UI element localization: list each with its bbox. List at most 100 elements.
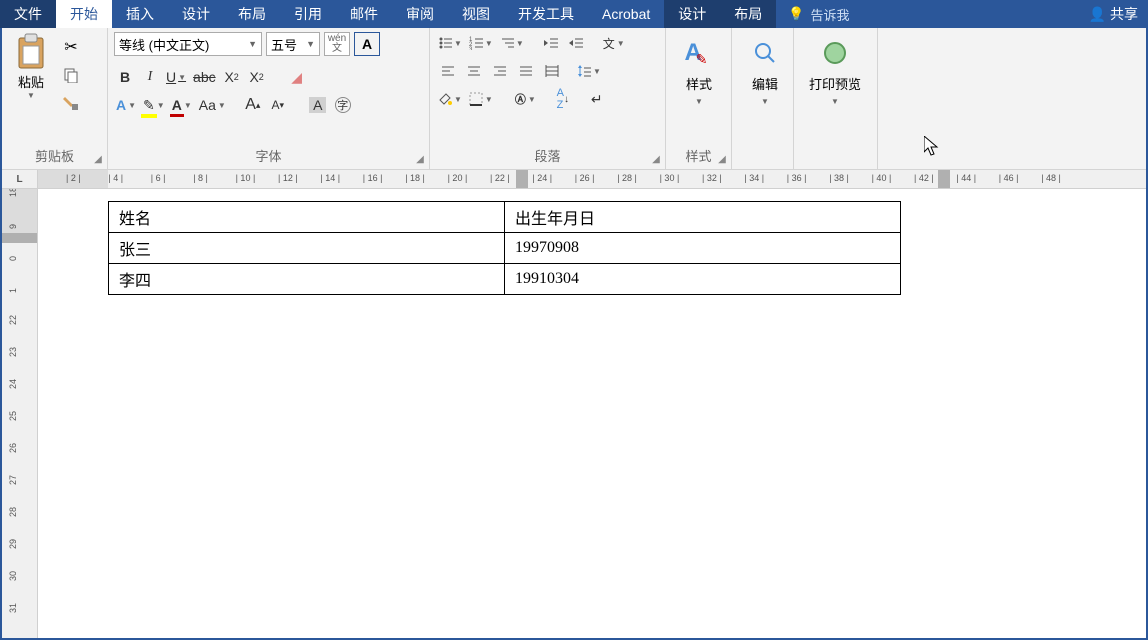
- outdent-icon: [544, 36, 558, 50]
- clipboard-dialog-launcher[interactable]: ◢: [91, 153, 105, 167]
- format-painter-button[interactable]: [60, 92, 82, 114]
- table-row[interactable]: 李四 19910304: [109, 264, 901, 295]
- document-page[interactable]: 姓名 出生年月日 张三 19970908 李四 19910304: [38, 189, 1146, 638]
- paragraph-group-label: 段落: [436, 146, 659, 167]
- tab-developer[interactable]: 开发工具: [504, 0, 588, 28]
- tab-view[interactable]: 视图: [448, 0, 504, 28]
- editing-button[interactable]: 编辑 ▼: [738, 32, 792, 106]
- shading-button[interactable]: ▼: [436, 88, 464, 110]
- text-effects-button[interactable]: A▼: [114, 94, 138, 116]
- styles-label: 样式: [686, 74, 712, 93]
- brush-icon: [63, 95, 79, 111]
- sort-button[interactable]: AZ↓: [552, 88, 574, 110]
- character-shading-button[interactable]: A: [307, 94, 329, 116]
- tab-insert[interactable]: 插入: [112, 0, 168, 28]
- tab-home[interactable]: 开始: [56, 0, 112, 28]
- mouse-cursor-icon: [924, 136, 942, 158]
- eraser-icon: ◢: [291, 69, 302, 86]
- copy-button[interactable]: [60, 64, 82, 86]
- align-left-button[interactable]: [436, 60, 460, 82]
- table-cell[interactable]: 19970908: [505, 233, 901, 264]
- tab-layout[interactable]: 布局: [224, 0, 280, 28]
- clear-formatting-button[interactable]: ◢: [286, 66, 308, 88]
- print-preview-button[interactable]: 打印预览 ▼: [800, 32, 870, 106]
- table-cell[interactable]: 19910304: [505, 264, 901, 295]
- multilevel-list-button[interactable]: ▼: [498, 32, 526, 54]
- character-border-button[interactable]: A: [354, 32, 380, 56]
- horizontal-ruler[interactable]: L | 2 || 4 || 6 || 8 || 10 || 12 || 14 |…: [2, 170, 1146, 190]
- subscript-button[interactable]: X2: [221, 66, 243, 88]
- line-spacing-button[interactable]: ▼: [575, 60, 603, 82]
- highlight-button[interactable]: ✎▼: [141, 94, 167, 116]
- styles-button[interactable]: A✎ 样式 ▼: [672, 32, 726, 106]
- align-center-button[interactable]: [462, 60, 486, 82]
- borders-button[interactable]: ▼: [467, 88, 495, 110]
- align-right-button[interactable]: [488, 60, 512, 82]
- table-row[interactable]: 姓名 出生年月日: [109, 202, 901, 233]
- tab-review[interactable]: 审阅: [392, 0, 448, 28]
- svg-text:3: 3: [469, 47, 473, 50]
- styles-icon: A✎: [682, 36, 716, 70]
- share-icon: 👤: [1089, 6, 1106, 23]
- search-icon: [748, 36, 782, 70]
- lightbulb-icon: 💡: [788, 6, 804, 22]
- enclose-characters-button[interactable]: 字: [332, 94, 354, 116]
- bold-button[interactable]: B: [114, 66, 136, 88]
- numbering-button[interactable]: 123▼: [467, 32, 495, 54]
- phonetic-guide-button[interactable]: wén文: [324, 32, 350, 56]
- tab-acrobat[interactable]: Acrobat: [588, 0, 664, 28]
- font-name-combo[interactable]: 等线 (中文正文)▼: [114, 32, 262, 56]
- editing-label: 编辑: [752, 74, 778, 93]
- vertical-ruler[interactable]: 1890122232425262728293031: [2, 189, 38, 638]
- tab-mail[interactable]: 邮件: [336, 0, 392, 28]
- align-distributed-button[interactable]: [541, 60, 563, 82]
- show-marks-button[interactable]: ↵: [586, 88, 608, 110]
- scissors-icon: ✂: [64, 37, 77, 57]
- align-justify-button[interactable]: [514, 60, 538, 82]
- tab-references[interactable]: 引用: [280, 0, 336, 28]
- text-direction-button[interactable]: 文▼: [601, 32, 627, 54]
- multilevel-icon: [500, 36, 514, 50]
- table-row[interactable]: 张三 19970908: [109, 233, 901, 264]
- decrease-indent-button[interactable]: [540, 32, 562, 54]
- table-cell[interactable]: 张三: [109, 233, 505, 264]
- copy-icon: [63, 67, 79, 83]
- shrink-font-button[interactable]: A▾: [267, 94, 289, 116]
- increase-indent-button[interactable]: [565, 32, 587, 54]
- font-name-value: 等线 (中文正文): [119, 35, 209, 54]
- font-size-combo[interactable]: 五号▼: [266, 32, 320, 56]
- document-table[interactable]: 姓名 出生年月日 张三 19970908 李四 19910304: [108, 201, 901, 295]
- clipboard-group-label: 剪贴板: [8, 146, 101, 167]
- clipboard-icon: [14, 32, 48, 72]
- asian-layout-button[interactable]: Ⓐ▼: [513, 88, 538, 110]
- strikethrough-button[interactable]: abc: [191, 66, 218, 88]
- italic-button[interactable]: I: [139, 66, 161, 88]
- table-cell[interactable]: 李四: [109, 264, 505, 295]
- bullets-button[interactable]: ▼: [436, 32, 464, 54]
- font-group-label: 字体: [114, 146, 423, 167]
- share-button[interactable]: 👤 共享: [1079, 0, 1148, 28]
- font-dialog-launcher[interactable]: ◢: [413, 153, 427, 167]
- table-header-cell[interactable]: 出生年月日: [505, 202, 901, 233]
- menu-bar: 文件 开始 插入 设计 布局 引用 邮件 审阅 视图 开发工具 Acrobat …: [0, 0, 1148, 28]
- table-header-cell[interactable]: 姓名: [109, 202, 505, 233]
- share-label: 共享: [1110, 4, 1138, 24]
- tell-me[interactable]: 💡 告诉我: [776, 0, 861, 28]
- ribbon: 粘贴 ▼ ✂ 剪贴板 ◢ 等线 (中文正文)▼ 五号▼ wén文: [2, 28, 1146, 170]
- line-spacing-icon: [577, 64, 591, 78]
- tab-design[interactable]: 设计: [168, 0, 224, 28]
- tab-table-layout[interactable]: 布局: [720, 0, 776, 28]
- paint-bucket-icon: [438, 92, 452, 106]
- styles-dialog-launcher[interactable]: ◢: [715, 153, 729, 167]
- cut-button[interactable]: ✂: [60, 36, 82, 58]
- paragraph-dialog-launcher[interactable]: ◢: [649, 153, 663, 167]
- font-color-button[interactable]: A▼: [170, 94, 194, 116]
- underline-button[interactable]: U▼: [164, 66, 188, 88]
- font-size-value: 五号: [271, 35, 297, 54]
- change-case-button[interactable]: Aa▼: [197, 94, 228, 116]
- paste-button[interactable]: 粘贴 ▼: [8, 32, 54, 146]
- tab-table-design[interactable]: 设计: [664, 0, 720, 28]
- superscript-button[interactable]: X2: [246, 66, 268, 88]
- grow-font-button[interactable]: A▴: [242, 94, 264, 116]
- tab-file[interactable]: 文件: [0, 0, 56, 28]
